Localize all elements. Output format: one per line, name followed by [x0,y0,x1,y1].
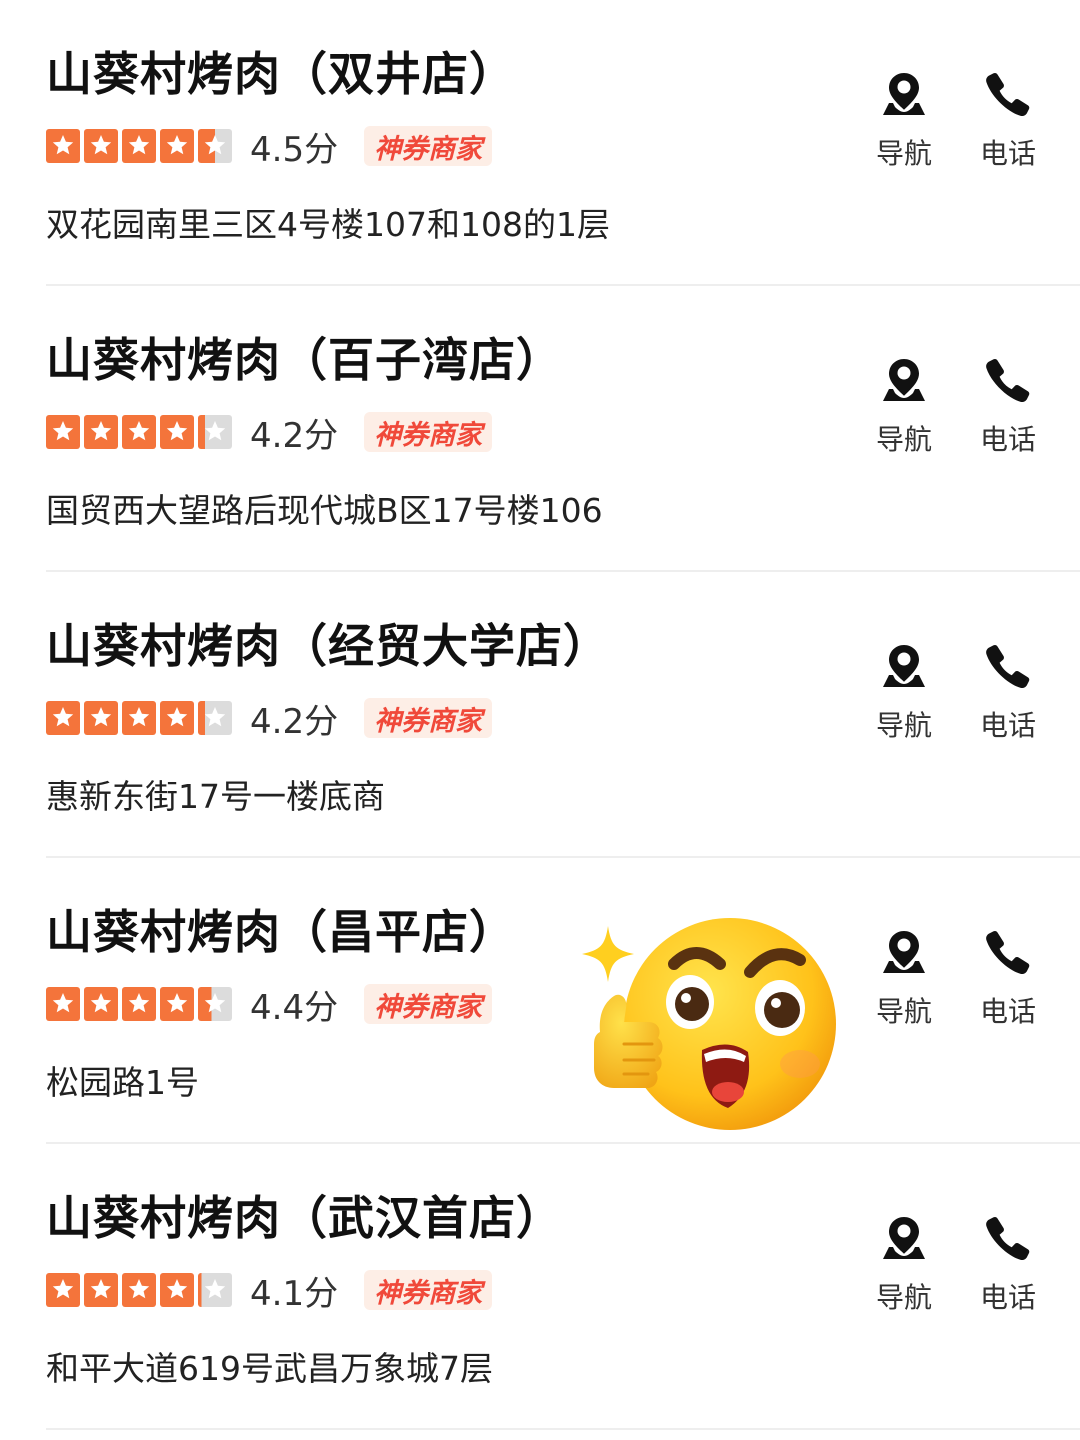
store-name[interactable]: 山葵村烤肉（经贸大学店） [46,610,610,676]
star-icon [122,701,156,735]
call-label: 电话 [979,423,1036,456]
store-item[interactable]: 山葵村烤肉（经贸大学店） 4.2分 神券商家 惠新东街17号一楼底商 导航 电话 [0,572,1080,858]
star-rating [46,129,236,163]
call-button[interactable]: 电话 [968,356,1048,458]
star-icon [46,987,80,1021]
star-icon [84,1273,118,1307]
location-pin-icon [883,73,925,115]
navigate-button[interactable]: 导航 [864,356,944,458]
location-pin-icon [883,931,925,973]
phone-icon [986,358,1030,403]
star-icon [198,1273,232,1307]
phone-icon [986,72,1030,117]
star-icon [160,701,194,735]
star-rating [46,1273,236,1307]
rating-score: 4.2分 [250,701,339,742]
rating-row: 4.5分 神券商家 [46,126,493,170]
call-label: 电话 [979,995,1036,1028]
star-icon [198,129,232,163]
store-list: 山葵村烤肉（双井店） 4.5分 神券商家 双花园南里三区4号楼107和108的1… [0,0,1080,1440]
star-icon [160,415,194,449]
star-icon [46,129,80,163]
store-address: 惠新东街17号一楼底商 [46,777,385,816]
call-label: 电话 [979,1281,1036,1314]
store-item[interactable]: 山葵村烤肉（百子湾店） 4.2分 神券商家 国贸西大望路后现代城B区17号楼10… [0,286,1080,572]
rating-score: 4.1分 [250,1273,339,1314]
navigate-button[interactable]: 导航 [864,70,944,172]
rating-row: 4.2分 神券商家 [46,412,493,456]
store-name[interactable]: 山葵村烤肉（武汉首店） [46,1182,563,1248]
location-pin-icon [883,1217,925,1259]
star-icon [160,1273,194,1307]
location-pin-icon [883,359,925,401]
star-icon [84,415,118,449]
call-button[interactable]: 电话 [968,1214,1048,1316]
store-address: 松园路1号 [46,1063,199,1102]
star-icon [122,1273,156,1307]
star-icon [84,987,118,1021]
store-item[interactable]: 山葵村烤肉（昌平店） 4.4分 神券商家 松园路1号 导航 电话 [0,858,1080,1144]
star-icon [46,1273,80,1307]
navigate-button[interactable]: 导航 [864,928,944,1030]
coupon-merchant-badge: 神券商家 [364,984,493,1024]
divider [46,1428,1080,1430]
store-address: 国贸西大望路后现代城B区17号楼106 [46,491,603,530]
star-icon [198,701,232,735]
rating-score: 4.4分 [250,987,339,1028]
coupon-merchant-badge: 神券商家 [364,412,493,452]
navigate-label: 导航 [875,423,932,456]
star-icon [84,129,118,163]
star-icon [46,701,80,735]
star-icon [122,129,156,163]
star-icon [122,415,156,449]
store-item[interactable]: 山葵村烤肉（双井店） 4.5分 神券商家 双花园南里三区4号楼107和108的1… [0,0,1080,286]
navigate-button[interactable]: 导航 [864,1214,944,1316]
thumbs-up-surprised-emoji-icon [582,918,836,1130]
call-button[interactable]: 电话 [968,642,1048,744]
star-icon [198,987,232,1021]
coupon-merchant-badge: 神券商家 [364,698,493,738]
navigate-label: 导航 [875,1281,932,1314]
store-address: 和平大道619号武昌万象城7层 [46,1349,493,1388]
rating-row: 4.1分 神券商家 [46,1270,493,1314]
rating-score: 4.5分 [250,129,339,170]
coupon-merchant-badge: 神券商家 [364,126,493,166]
call-label: 电话 [979,709,1036,742]
phone-icon [986,644,1030,689]
star-rating [46,701,236,735]
star-icon [198,415,232,449]
store-name[interactable]: 山葵村烤肉（百子湾店） [46,324,563,390]
star-rating [46,415,236,449]
rating-row: 4.4分 神券商家 [46,984,493,1028]
location-pin-icon [883,645,925,687]
phone-icon [986,1216,1030,1261]
rating-row: 4.2分 神券商家 [46,698,493,742]
navigate-button[interactable]: 导航 [864,642,944,744]
navigate-label: 导航 [875,709,932,742]
store-name[interactable]: 山葵村烤肉（双井店） [46,38,516,104]
star-icon [160,987,194,1021]
phone-icon [986,930,1030,975]
star-icon [46,415,80,449]
store-item[interactable]: 山葵村烤肉（武汉首店） 4.1分 神券商家 和平大道619号武昌万象城7层 导航… [0,1144,1080,1430]
store-address: 双花园南里三区4号楼107和108的1层 [46,205,610,244]
star-icon [160,129,194,163]
navigate-label: 导航 [875,137,932,170]
star-icon [84,701,118,735]
coupon-merchant-badge: 神券商家 [364,1270,493,1310]
rating-score: 4.2分 [250,415,339,456]
navigate-label: 导航 [875,995,932,1028]
store-name[interactable]: 山葵村烤肉（昌平店） [46,896,516,962]
call-label: 电话 [979,137,1036,170]
call-button[interactable]: 电话 [968,70,1048,172]
star-rating [46,987,236,1021]
call-button[interactable]: 电话 [968,928,1048,1030]
star-icon [122,987,156,1021]
